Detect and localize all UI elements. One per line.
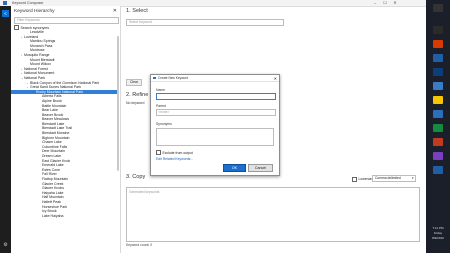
tree-item-label: Mount Bierstadt: [30, 57, 55, 62]
tree-item-label: Deer Mountain: [42, 149, 65, 154]
tree-item-label: National Forest: [24, 66, 48, 71]
clear-button[interactable]: Clear: [126, 79, 142, 86]
tree-item-label: Leadville: [30, 30, 44, 34]
office-icon[interactable]: [433, 40, 443, 48]
name-label: Name: [156, 88, 166, 92]
outlook-icon[interactable]: [433, 68, 443, 76]
ok-button[interactable]: OK: [223, 164, 246, 172]
tree-item-label: Bear Lake: [42, 108, 58, 113]
tree-item-label: Bierstadt Moraine: [42, 131, 70, 136]
edge-icon[interactable]: [433, 54, 443, 62]
app-icon: [3, 1, 7, 5]
tree-item-label: Glacier Knobs: [42, 186, 64, 191]
create-keyword-dialog: Create New Keyword ✕ Name Parent <none> …: [150, 74, 280, 176]
tree-item-label: Icy Brook: [42, 209, 57, 214]
tree-item-label: Glacier Creek: [42, 181, 64, 186]
checkbox-box[interactable]: [352, 176, 357, 182]
tree-item-label: Flattop Mountain: [42, 177, 69, 181]
powerpoint-icon[interactable]: [433, 138, 443, 146]
tree-item-label: Half Mountain: [42, 195, 64, 200]
synonyms-label: Synonyms: [156, 122, 172, 126]
name-field[interactable]: [156, 93, 276, 100]
delimiter-value: Comma delimited: [375, 176, 401, 180]
keyword-count: Keyword count: 0: [126, 243, 153, 247]
gear-icon[interactable]: ⚙: [2, 242, 9, 249]
tree-item-label: Monarch Pass: [30, 43, 53, 48]
tree-scrollbar[interactable]: [116, 36, 119, 171]
keyword-tree: Leadville › Loveland Manitou Springs Monarch…: [11, 30, 119, 253]
taskbar: 7:11 PM Friday 8/9/2019: [426, 0, 450, 253]
refine-heading: 2. Refine: [126, 92, 149, 98]
edit-related-link[interactable]: Edit Related Keywords...: [156, 157, 193, 161]
tree-item-label: Estes Cone: [42, 167, 61, 172]
no-keyword-text: No keyword: [126, 101, 145, 105]
tree-item-label: Battle Mountain: [42, 103, 67, 108]
synonyms-textarea[interactable]: [156, 128, 274, 146]
delimiter-select[interactable]: Comma delimited ▾: [372, 175, 416, 182]
tree-item-label: Columbine Falls: [42, 144, 68, 149]
store-icon[interactable]: [433, 110, 443, 118]
tree-item-label: National Monument: [24, 71, 55, 76]
generated-keywords-textarea[interactable]: Generated keywords: [126, 187, 420, 242]
tree-item-label: Bighorn Mountain: [42, 135, 70, 140]
checkbox-box[interactable]: [156, 150, 161, 155]
tree-item-label: Bierstadt Lake Trail: [42, 126, 72, 131]
parent-label: Parent: [156, 104, 166, 108]
panel-title: Keyword Hierarchy: [14, 9, 55, 14]
tree-item-label: Manitou Springs: [30, 39, 56, 44]
cancel-button[interactable]: Cancel: [248, 164, 273, 172]
app-icon-keyword[interactable]: [433, 166, 443, 174]
window-title: Keyword Composer: [12, 0, 44, 5]
chevron-down-icon: ▾: [411, 176, 414, 180]
close-icon[interactable]: ✕: [274, 76, 277, 81]
mail-icon[interactable]: [433, 82, 443, 90]
tree-item-label: Alberta Falls: [42, 94, 62, 99]
left-toolbar: < ⚙: [0, 6, 11, 253]
tree-item-label: Lake Haiyaha: [42, 213, 64, 218]
excel-icon[interactable]: [433, 124, 443, 132]
clock-date: 8/9/2019: [432, 236, 444, 240]
keyword-hierarchy-panel: Keyword Hierarchy ✕ Filter Keywords Sear…: [11, 6, 121, 253]
start-icon[interactable]: [433, 4, 443, 12]
tree-item-label: Bierstadt Lake: [42, 121, 65, 126]
tree-item-label: Great Sand Dunes National Park: [30, 85, 81, 90]
tree-item-label: Haiyaha Lake: [42, 190, 64, 195]
select-heading: 1. Select: [126, 8, 148, 14]
app-icon: [153, 76, 156, 79]
exclude-checkbox[interactable]: Exclude from output: [156, 150, 193, 155]
search-synonyms-label: Search synonyms: [20, 25, 50, 30]
tree-item-label: Chasm Lake: [42, 140, 62, 145]
tree-item-label: National Park: [24, 75, 46, 80]
dialog-title-bar: Create New Keyword ✕: [151, 75, 279, 82]
tree-item-label: Hallett Peak: [42, 199, 61, 204]
clock-day: Friday: [433, 231, 443, 235]
tree-item-label: Black Canyon of the Gunnison National Pa…: [30, 80, 100, 85]
tree-item-label: Montrose: [30, 48, 45, 53]
search-icon[interactable]: [433, 26, 443, 34]
tree-item-label: Dream Lake: [42, 154, 62, 159]
tree-item-label: Alpine Brook: [42, 98, 62, 103]
tree-item-label: East Glacier Knob: [42, 158, 71, 163]
tree-item-label: Rocky Mountain National Park: [36, 89, 84, 94]
clock-time: 7:11 PM: [432, 226, 444, 230]
dialog-title: Create New Keyword: [158, 76, 189, 80]
close-icon[interactable]: ✕: [113, 8, 117, 14]
tree-item[interactable]: Lake Haiyaha: [11, 214, 119, 219]
tree-item-label: Mount Wilcox: [30, 62, 52, 67]
parent-field[interactable]: <none>: [156, 109, 276, 116]
filter-input[interactable]: Filter Keywords: [14, 17, 119, 24]
onenote-icon[interactable]: [433, 152, 443, 160]
tree-item-label: Beaver Meadows: [42, 117, 70, 122]
tree-item-label: Horseshoe Park: [42, 204, 68, 209]
folder-icon[interactable]: [433, 96, 443, 104]
tree-item-label: Emerald Lake: [42, 163, 64, 168]
exclude-label: Exclude from output: [162, 150, 193, 155]
tree-item-label: Mosquito Range: [24, 52, 50, 57]
tree-item-label: Beaver Brook: [42, 112, 64, 117]
share-icon[interactable]: <: [2, 10, 9, 17]
select-keyword-input[interactable]: Select Keyword: [126, 19, 284, 26]
tree-item-label: Loveland: [24, 34, 39, 39]
copy-heading: 3. Copy: [126, 174, 146, 180]
tree-item-label: Fall River: [42, 172, 57, 177]
